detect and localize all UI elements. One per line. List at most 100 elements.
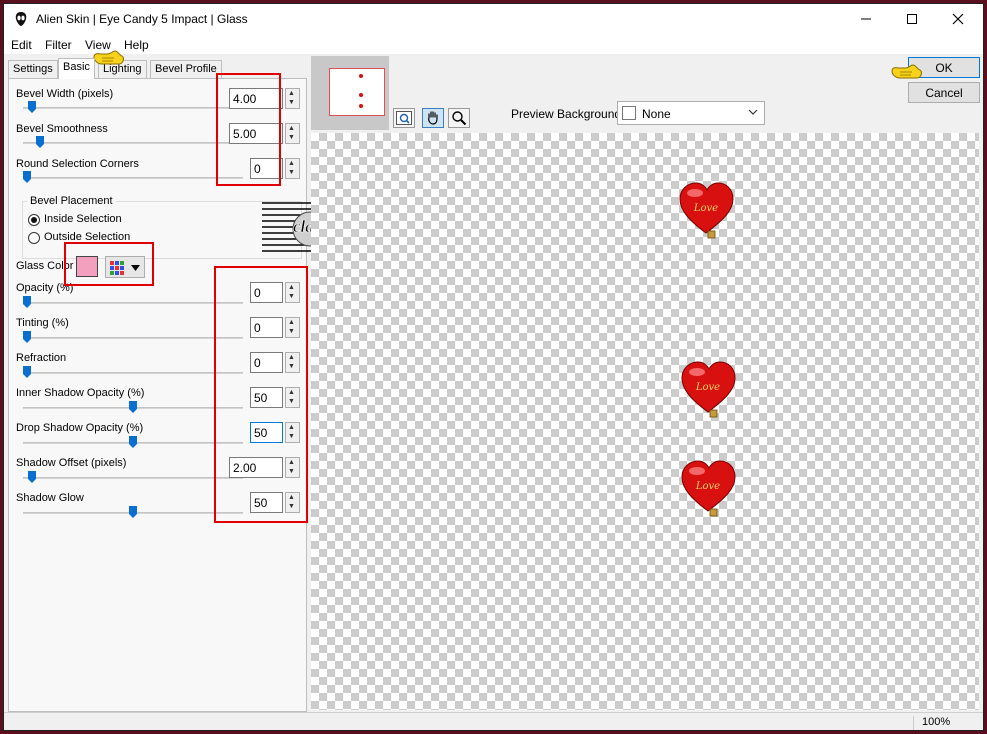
svg-text:Love: Love (695, 481, 720, 492)
bevel-width-slider-thumb[interactable] (28, 101, 36, 113)
drop-shadow-opacity-input[interactable] (250, 422, 283, 443)
bevel-smoothness-slider-track[interactable] (23, 142, 243, 144)
round-corners-input[interactable] (250, 158, 283, 179)
navigator-viewport-frame[interactable] (329, 68, 385, 116)
close-icon (952, 13, 964, 25)
love-heart-glass-object: Love (681, 460, 736, 517)
inner-shadow-opacity-input[interactable] (250, 387, 283, 408)
refraction-stepper[interactable]: ▲▼ (250, 352, 301, 374)
inside-selection-radio[interactable] (28, 214, 40, 226)
outside-selection-label[interactable]: Outside Selection (44, 231, 130, 243)
bevel-width-input[interactable] (229, 88, 283, 109)
preview-background-value: None (642, 107, 671, 121)
zoom-level: 100% (913, 716, 979, 730)
preview-background-select[interactable]: None (617, 101, 765, 125)
shadow-glow-stepper[interactable]: ▲▼ (250, 492, 301, 514)
tinting-slider-thumb[interactable] (23, 331, 31, 343)
tinting-stepper[interactable]: ▲▼ (250, 317, 301, 339)
inner-shadow-opacity-spin-arrows[interactable]: ▲ ▼ (285, 387, 300, 408)
shadow-offset-stepper[interactable]: ▲▼ (229, 457, 301, 479)
pan-tool-button[interactable] (422, 108, 444, 128)
bevel-smoothness-label: Bevel Smoothness (16, 123, 108, 135)
preview-canvas[interactable]: Love Love Love (311, 133, 979, 710)
status-bar: 100% (4, 712, 983, 730)
opacity-input[interactable] (250, 282, 283, 303)
round-corners-spin-arrows[interactable]: ▲ ▼ (285, 158, 300, 179)
basic-settings-panel: Bevel Width (pixels) ▲▼ Bevel Smoothness… (8, 73, 308, 712)
love-heart-glass-object: Love (681, 361, 736, 418)
outside-selection-radio[interactable] (28, 232, 40, 244)
glass-color-picker-button[interactable] (105, 256, 145, 278)
opacity-slider-track[interactable] (23, 302, 243, 304)
tinting-slider-track[interactable] (23, 337, 243, 339)
bevel-smoothness-spin-arrows[interactable]: ▲ ▼ (285, 123, 300, 144)
bevel-width-stepper[interactable]: ▲▼ (229, 88, 301, 110)
shadow-glow-spin-arrows[interactable]: ▲ ▼ (285, 492, 300, 513)
svg-text:Love: Love (695, 382, 720, 393)
menu-bar: Edit Filter View Help (4, 34, 983, 54)
shadow-glow-label: Shadow Glow (16, 492, 84, 504)
inside-selection-label[interactable]: Inside Selection (44, 213, 122, 225)
refraction-slider-track[interactable] (23, 372, 243, 374)
menu-help[interactable]: Help (124, 38, 149, 52)
bevel-placement-label: Bevel Placement (27, 195, 116, 207)
opacity-stepper[interactable]: ▲▼ (250, 282, 301, 304)
inner-shadow-opacity-slider-thumb[interactable] (129, 401, 137, 413)
thumbnail-hearts-icon (359, 74, 363, 108)
tab-basic[interactable]: Basic (58, 58, 95, 79)
minimize-button[interactable] (843, 4, 889, 34)
chevron-down-icon (748, 108, 758, 118)
drop-shadow-opacity-slider-thumb[interactable] (129, 436, 137, 448)
round-corners-stepper[interactable]: ▲▼ (250, 158, 301, 180)
tinting-spin-arrows[interactable]: ▲ ▼ (285, 317, 300, 338)
bevel-smoothness-input[interactable] (229, 123, 283, 144)
tab-settings[interactable]: Settings (8, 60, 58, 78)
bevel-width-slider-track[interactable] (23, 107, 243, 109)
minimize-icon (861, 18, 871, 20)
round-corners-slider-thumb[interactable] (23, 171, 31, 183)
bevel-smoothness-slider-thumb[interactable] (36, 136, 44, 148)
cancel-button[interactable]: Cancel (908, 82, 980, 103)
shadow-glow-input[interactable] (250, 492, 283, 513)
maximize-button[interactable] (889, 4, 935, 34)
opacity-label: Opacity (%) (16, 282, 74, 294)
shadow-offset-input[interactable] (229, 457, 283, 478)
shadow-offset-label: Shadow Offset (pixels) (16, 457, 127, 469)
drop-shadow-opacity-stepper[interactable]: ▲▼ (250, 422, 301, 444)
refraction-label: Refraction (16, 352, 67, 364)
shadow-offset-spin-arrows[interactable]: ▲ ▼ (285, 457, 300, 478)
close-button[interactable] (935, 4, 981, 34)
refraction-slider-thumb[interactable] (23, 366, 31, 378)
inner-shadow-opacity-stepper[interactable]: ▲▼ (250, 387, 301, 409)
bevel-smoothness-stepper[interactable]: ▲▼ (229, 123, 301, 145)
menu-edit[interactable]: Edit (11, 38, 32, 52)
inner-shadow-opacity-label: Inner Shadow Opacity (%) (16, 387, 145, 399)
yellow-pointer-hand-ok-icon (891, 64, 922, 79)
bevel-width-spin-arrows[interactable]: ▲ ▼ (285, 88, 300, 109)
maximize-icon (907, 14, 917, 24)
shadow-glow-slider-thumb[interactable] (129, 506, 137, 518)
preview-background-swatch (622, 106, 636, 120)
drop-shadow-opacity-label: Drop Shadow Opacity (%) (16, 422, 144, 434)
glass-color-swatch[interactable] (76, 256, 98, 277)
preview-background-label: Preview Background: (511, 107, 625, 121)
shadow-offset-slider-thumb[interactable] (28, 471, 36, 483)
tinting-label: Tinting (%) (16, 317, 69, 329)
zoom-tool-button[interactable] (448, 108, 470, 128)
shadow-offset-slider-track[interactable] (23, 477, 243, 479)
refraction-spin-arrows[interactable]: ▲ ▼ (285, 352, 300, 373)
menu-filter[interactable]: Filter (45, 38, 72, 52)
tinting-input[interactable] (250, 317, 283, 338)
app-window: Alien Skin | Eye Candy 5 Impact | Glass … (3, 3, 984, 731)
svg-text:Love: Love (693, 203, 718, 214)
opacity-spin-arrows[interactable]: ▲ ▼ (285, 282, 300, 303)
preview-zoom-fit-button[interactable] (393, 108, 415, 128)
tab-bevel-profile[interactable]: Bevel Profile (150, 60, 222, 78)
opacity-slider-thumb[interactable] (23, 296, 31, 308)
drop-shadow-opacity-spin-arrows[interactable]: ▲ ▼ (285, 422, 300, 443)
bevel-placement-group: Bevel Placement Inside Selection Outside… (22, 195, 302, 259)
navigator-thumbnail[interactable] (311, 56, 389, 130)
round-corners-slider-track[interactable] (23, 177, 243, 179)
refraction-input[interactable] (250, 352, 283, 373)
dropdown-arrow-icon (131, 265, 140, 271)
